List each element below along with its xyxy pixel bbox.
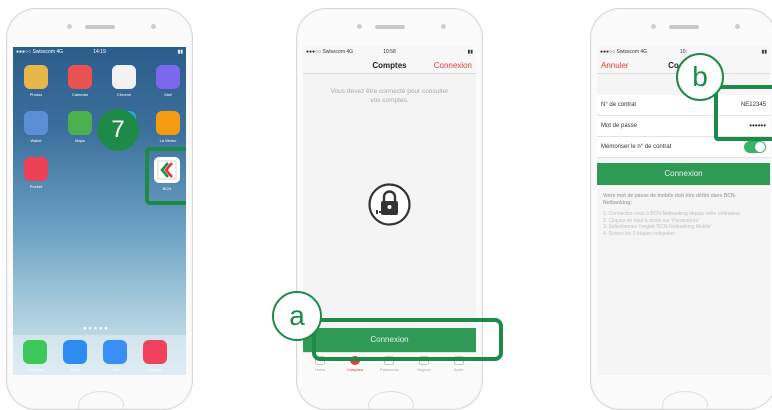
camera-dot [357,24,362,29]
phone-home-screen: ●●●○○ Swisscom 4G 14:19 ▮▮ Photos Calenda… [6,8,193,410]
app-label: Calendar [71,92,89,97]
app-icon[interactable] [156,65,180,89]
tab-label: Comptes [346,367,363,372]
home-screen: ●●●○○ Swisscom 4G 14:19 ▮▮ Photos Calenda… [13,47,186,375]
clock-text: 14:19 [93,49,106,55]
app-icon[interactable] [24,111,48,135]
step-badge-b: b [676,53,724,101]
step-badge-a: a [272,291,322,341]
connexion-link[interactable]: Connexion [434,61,472,70]
status-bar: ●●●○○ Swisscom 4G 10: ▮▮ [597,47,770,57]
login-required-message: Vous devez être connecté pour consulter … [330,88,449,104]
clock-text: 10:58 [383,49,396,55]
page-dots: ● ● ● ● ● [83,326,108,332]
remember-label: Mémoriser le n° de contrat [601,144,672,150]
speaker-slot [84,25,115,29]
camera-dot [651,24,656,29]
dock: Téléphone Safari Mail Musique [13,335,186,375]
info-title: Votre mot de passe de mobile doit être d… [603,193,737,206]
status-bar: ●●●○○ Swisscom 4G 10:58 ▮▮ [303,47,476,57]
contract-label: N° de contrat [601,102,637,108]
dock-app-icon[interactable] [23,340,47,364]
bcn-highlight-frame [145,147,186,205]
app-icon[interactable] [24,157,48,181]
info-step: 4. Suivez les 3 étapes indiquées [603,230,675,237]
tab-label: Paiements [380,367,399,372]
app-icon[interactable] [112,65,136,89]
app-label: Pocket [29,184,43,189]
app-label: Wallet [30,138,42,143]
info-steps: 1. Connectez-vous à BCN-Netbanking depui… [603,211,762,237]
home-button[interactable] [77,391,124,409]
dock-app-label: Téléphone [25,367,45,372]
lock-icon [368,183,411,226]
speaker-slot [668,25,699,29]
home-button[interactable] [367,391,414,409]
info-step: 1. Connectez-vous à BCN-Netbanking depui… [603,211,741,217]
dock-app-label: Safari [69,367,81,372]
sensor-dot [151,24,156,29]
sensor-dot [441,24,446,29]
app-label: Chrome [116,92,132,97]
dock-app-label: Mail [111,367,119,372]
app-icon[interactable] [156,111,180,135]
credentials-highlight-frame [714,85,772,141]
app-label: Maps [75,138,85,143]
tab-label: Négoce [417,367,431,372]
app-icon[interactable] [68,65,92,89]
status-bar: ●●●○○ Swisscom 4G 14:19 ▮▮ [13,47,186,57]
dock-app-label: Musique [147,367,163,372]
dock-app-icon[interactable] [103,340,127,364]
remember-toggle[interactable] [744,141,766,153]
home-button[interactable] [661,391,708,409]
password-label: Mot de passe [601,123,638,129]
nav-bar: Comptes Connexion [303,57,476,74]
dock-app-icon[interactable] [63,340,87,364]
step-badge-7: 7 [97,109,139,151]
connexion-highlight-frame [312,318,503,361]
app-label: Mail [164,92,172,97]
sensor-dot [735,24,740,29]
tab-label: Home [314,367,326,372]
dock-app-icon[interactable] [143,340,167,364]
app-icon[interactable] [24,65,48,89]
app-icon[interactable] [68,111,92,135]
tab-label: Autre [453,367,464,372]
app-label: Photos [29,92,43,97]
speaker-slot [374,25,405,29]
camera-dot [67,24,72,29]
app-label: La Meteo [159,138,177,143]
clock-text: 10: [680,49,687,55]
connexion-button[interactable]: Connexion [597,163,770,185]
